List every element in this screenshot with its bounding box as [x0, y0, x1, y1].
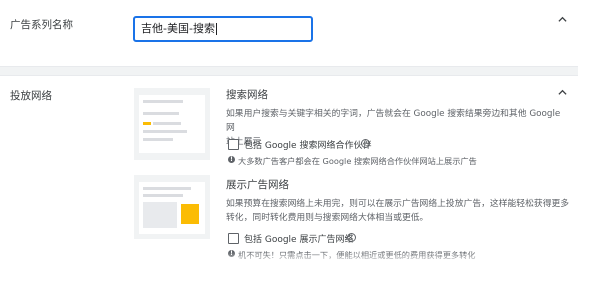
display-network-description: 如果预算在搜索网络上未用完，则可以在展示广告网络上投放广告，这样能轻松获得更多 … [226, 197, 576, 225]
illustration-bar [143, 187, 191, 190]
help-icon[interactable]: ? [361, 139, 370, 148]
help-icon[interactable]: ? [347, 233, 356, 242]
display-network-label[interactable]: 包括 Google 展示广告网络 [244, 232, 353, 245]
illustration-bar [143, 112, 179, 115]
search-network-description-line: 如果用户搜索与关键字相关的字词，广告就会在 Google 搜索结果旁边和其他 G… [226, 109, 561, 133]
illustration-bar [153, 122, 181, 125]
illustration-highlight-bar [143, 122, 151, 125]
search-partners-checkbox[interactable] [228, 139, 239, 150]
search-partners-label[interactable]: 包括 Google 搜索网络合作伙伴 [244, 138, 371, 151]
illustration-ad-block [181, 204, 199, 224]
search-network-illustration [134, 88, 210, 160]
illustration-bar [143, 138, 173, 141]
illustration-bar [143, 194, 183, 197]
display-network-illustration [134, 175, 210, 239]
section-divider [0, 66, 578, 76]
networks-label: 投放网络 [10, 90, 52, 102]
display-network-checkbox[interactable] [228, 233, 239, 244]
illustration-card [139, 182, 205, 234]
campaign-name-input[interactable]: 吉他-美国-搜索 [133, 16, 313, 42]
search-network-title: 搜索网络 [226, 89, 268, 101]
info-icon: ! [228, 156, 235, 163]
illustration-bar [143, 130, 187, 133]
display-network-title: 展示广告网络 [226, 179, 289, 191]
illustration-bar [143, 100, 183, 103]
display-network-description-line: 如果预算在搜索网络上未用完，则可以在展示广告网络上投放广告，这样能轻松获得更多 [226, 199, 570, 209]
display-network-description-line: 转化，同时转化费用则与搜索网络大体相当或更低。 [226, 213, 429, 223]
illustration-image-block [143, 202, 177, 228]
illustration-card [139, 95, 205, 153]
text-caret [215, 23, 217, 35]
chevron-up-icon[interactable] [558, 15, 567, 24]
search-partners-note: 大多数广告客户都会在 Google 搜索网络合作伙伴网站上展示广告 [238, 156, 477, 166]
bottom-fade [0, 252, 600, 284]
campaign-name-value: 吉他-美国-搜索 [141, 22, 215, 35]
chevron-up-icon[interactable] [558, 88, 567, 97]
campaign-name-label: 广告系列名称 [10, 19, 73, 31]
